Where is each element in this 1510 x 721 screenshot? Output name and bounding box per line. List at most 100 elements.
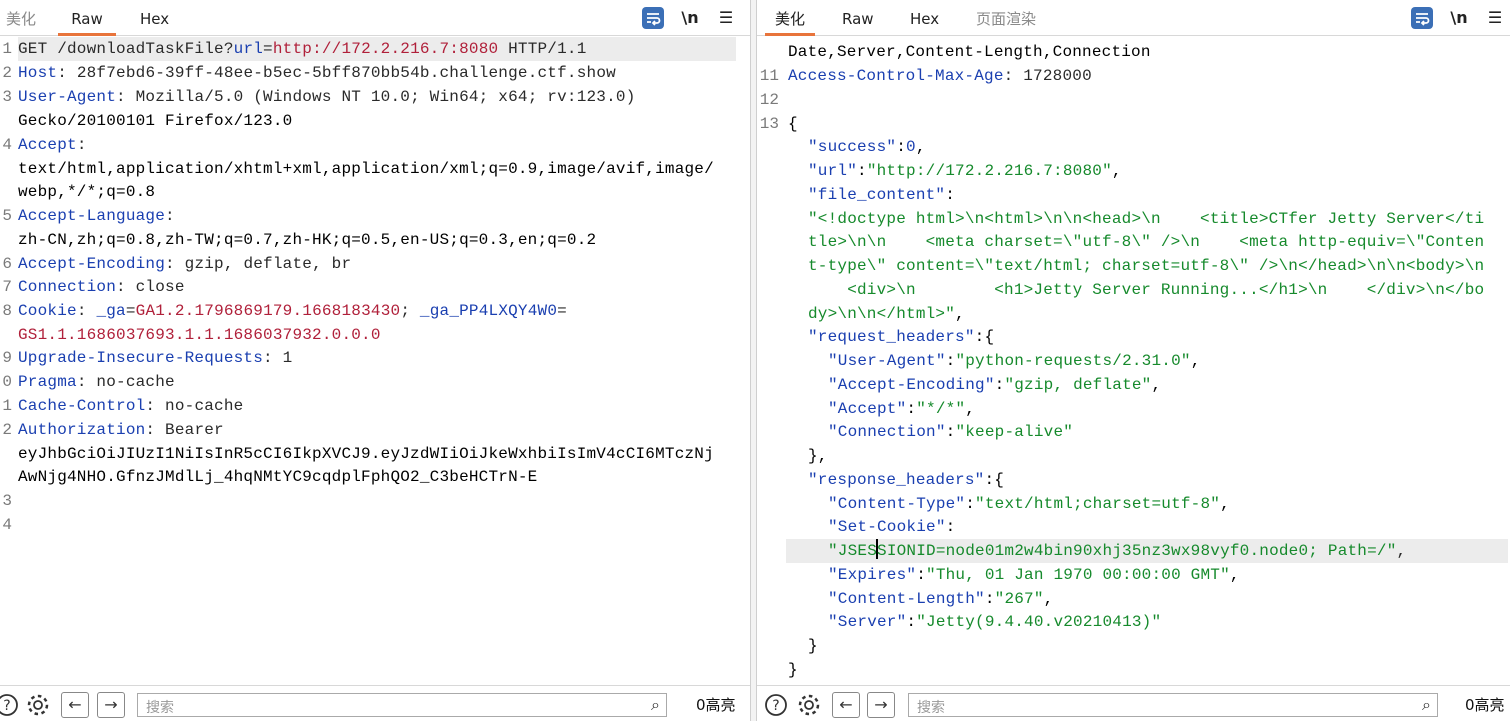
cookie-value: GS1.1.1686037693.1.1.1686037932.0.0.0 — [18, 326, 381, 344]
header-name: Host — [18, 64, 58, 82]
separator — [87, 302, 97, 320]
query-param-value: http://172.2.216.7:8080 — [272, 40, 499, 58]
equals-sign: = — [557, 302, 567, 320]
svg-text:?: ? — [772, 698, 779, 714]
separator: ; — [400, 302, 420, 320]
json-value: "http://172.2.216.7:8080" — [866, 162, 1112, 180]
header-name: Connection — [18, 278, 117, 296]
equals-sign: = — [263, 40, 273, 58]
tab-render[interactable]: 页面渲染 — [976, 0, 1036, 36]
header-name: Cookie — [18, 302, 77, 320]
json-url: "url":"http://172.2.216.7:8080", — [808, 162, 1122, 180]
header-value: Bearer — [155, 421, 224, 439]
line-number: 12 — [759, 91, 779, 109]
tab-pretty[interactable]: 美化 — [6, 0, 36, 36]
response-editor[interactable]: Date,Server,Content-Length,Connection 11… — [757, 37, 1510, 684]
json-close-brace: } — [808, 637, 818, 655]
hamburger-menu-icon[interactable]: ☰ — [1485, 6, 1505, 30]
header-value: no-cache — [86, 373, 175, 391]
line-number: 2 — [2, 421, 12, 439]
header-value: 1 — [272, 349, 293, 367]
header-connection: Connection: close — [18, 278, 185, 296]
line-number: 1 — [2, 397, 12, 415]
http-version: HTTP/1.1 — [498, 40, 587, 58]
json-rs-expires: "Expires":"Thu, 01 Jan 1970 00:00:00 GMT… — [828, 566, 1240, 584]
tab-pretty[interactable]: 美化 — [765, 0, 815, 36]
line-number: 3 — [2, 492, 12, 510]
json-key: "file_content" — [808, 186, 946, 204]
json-file-content: "file_content": — [808, 186, 956, 204]
wrap-lines-icon[interactable] — [1411, 7, 1433, 29]
help-icon[interactable]: ? — [0, 692, 20, 718]
header-name: Accept — [18, 136, 77, 154]
json-key: "success" — [808, 138, 897, 156]
json-rs-content-length: "Content-Length":"267", — [828, 590, 1054, 608]
json-key: "request_headers" — [808, 328, 975, 346]
json-success: "success":0, — [808, 138, 926, 156]
cookie-value: GA1.2.1796869179.1668183430 — [135, 302, 401, 320]
arrow-right-icon[interactable]: → — [97, 692, 125, 718]
header-upgrade-insecure-requests: Upgrade-Insecure-Requests: 1 — [18, 349, 293, 367]
line-number: 5 — [2, 207, 12, 225]
header-name: User-Agent — [18, 88, 117, 106]
tab-hex[interactable]: Hex — [910, 0, 939, 36]
header-name: Pragma — [18, 373, 77, 391]
arrow-left-icon[interactable]: ← — [832, 692, 860, 718]
json-rs-server: "Server":"Jetty(9.4.40.v20210413)" — [828, 613, 1162, 631]
request-line: GET /downloadTaskFile?url=http://172.2.2… — [18, 37, 736, 61]
search-icon[interactable]: ⌕ — [1422, 695, 1431, 715]
header-value: no-cache — [155, 397, 244, 415]
json-key: "response_headers" — [808, 471, 985, 489]
newline-toggle[interactable]: \n — [680, 6, 700, 30]
header-name: Access-Control-Max-Age — [788, 67, 1004, 85]
gear-icon[interactable] — [796, 692, 822, 718]
header-value-continued: Date,Server,Content-Length,Connection — [788, 43, 1151, 61]
json-value: 0 — [906, 138, 916, 156]
header-name: Upgrade-Insecure-Requests — [18, 349, 264, 367]
request-editor[interactable]: 1 2 3 4 5 6 7 8 9 0 1 2 3 4 GET /downloa… — [0, 37, 750, 684]
header-name: Authorization — [18, 421, 146, 439]
arrow-right-icon[interactable]: → — [867, 692, 895, 718]
json-string-line: dy>\n\n</html>", — [808, 305, 965, 323]
header-name: Accept-Encoding — [18, 255, 166, 273]
header-pragma: Pragma: no-cache — [18, 373, 175, 391]
help-icon[interactable]: ? — [763, 692, 789, 718]
svg-text:?: ? — [3, 698, 10, 714]
header-value-continued: eyJhbGciOiJIUzI1NiIsInR5cCI6IkpXVCJ9.eyJ… — [18, 445, 714, 463]
request-bottom-bar: ? ← → 搜索 ⌕ 0高亮 — [0, 685, 750, 721]
query-param-name: url — [233, 40, 264, 58]
search-placeholder: 搜索 — [146, 700, 174, 716]
header-value: 1728000 — [1013, 67, 1092, 85]
search-icon[interactable]: ⌕ — [651, 695, 660, 715]
tab-hex[interactable]: Hex — [140, 0, 169, 36]
line-number: 3 — [2, 88, 12, 106]
wrap-lines-icon[interactable] — [642, 7, 664, 29]
header-cookie: Cookie: _ga=GA1.2.1796869179.1668183430;… — [18, 302, 567, 320]
pane-divider[interactable] — [750, 0, 757, 721]
header-cache-control: Cache-Control: no-cache — [18, 397, 244, 415]
header-value: close — [125, 278, 185, 296]
json-close-brace: }, — [808, 447, 828, 465]
line-number: 8 — [2, 302, 12, 320]
gear-icon[interactable] — [25, 692, 51, 718]
tab-raw[interactable]: Raw — [842, 0, 874, 36]
json-rq-accept-encoding: "Accept-Encoding":"gzip, deflate", — [828, 376, 1162, 394]
header-host: Host: 28f7ebd6-39ff-48ee-b5ec-5bff870bb5… — [18, 64, 616, 82]
header-accept-language: Accept-Language: — [18, 207, 175, 225]
json-string-line: t-type\" content=\"text/html; charset=ut… — [808, 257, 1485, 275]
search-input[interactable]: 搜索 ⌕ — [137, 693, 667, 717]
header-value: gzip, deflate, br — [174, 255, 352, 273]
newline-toggle[interactable]: \n — [1449, 6, 1469, 30]
json-rs-content-type: "Content-Type":"text/html;charset=utf-8"… — [828, 495, 1230, 513]
header-value: 28f7ebd6-39ff-48ee-b5ec-5bff870bb54b.cha… — [67, 64, 616, 82]
search-input[interactable]: 搜索 ⌕ — [908, 693, 1438, 717]
json-rq-user-agent: "User-Agent":"python-requests/2.31.0", — [828, 352, 1201, 370]
line-number: 7 — [2, 278, 12, 296]
json-close-brace: } — [788, 661, 798, 679]
line-number: 4 — [2, 516, 12, 534]
arrow-left-icon[interactable]: ← — [61, 692, 89, 718]
header-accept: Accept: — [18, 136, 87, 154]
tab-raw[interactable]: Raw — [58, 0, 116, 36]
line-number: 2 — [2, 64, 12, 82]
hamburger-menu-icon[interactable]: ☰ — [716, 6, 736, 30]
